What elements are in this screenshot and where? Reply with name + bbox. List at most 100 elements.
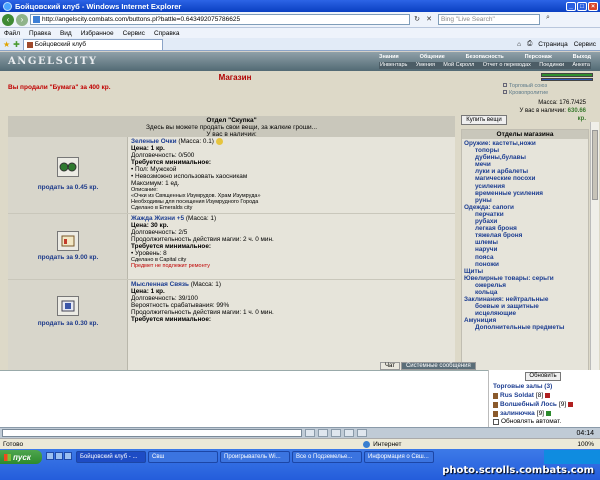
nav-skills[interactable]: Умения: [416, 62, 435, 69]
nav-communication[interactable]: Общение: [420, 54, 445, 61]
smiles-button[interactable]: [318, 429, 328, 437]
category-item[interactable]: ожерелья: [464, 282, 586, 289]
home-icon[interactable]: ⌂: [517, 41, 521, 48]
print-icon[interactable]: ⎙: [527, 40, 532, 48]
nav-character[interactable]: Персонаж: [525, 54, 552, 61]
category-item[interactable]: Амуниция: [464, 317, 586, 324]
add-favorites-icon[interactable]: ✚: [13, 40, 20, 49]
close-button[interactable]: ×: [588, 1, 598, 11]
category-item[interactable]: боевые и защитные: [464, 303, 586, 310]
player-name[interactable]: Rus Soldat: [500, 391, 534, 400]
info-icon[interactable]: [568, 402, 574, 407]
player-item[interactable]: Rus Soldat [8]: [493, 391, 573, 400]
chat-input[interactable]: [2, 429, 302, 437]
player-name[interactable]: залинючка: [500, 409, 535, 418]
taskbar-item[interactable]: Бойцовский клуб - ...: [76, 451, 146, 463]
category-item[interactable]: Щиты: [464, 268, 586, 275]
taskbar-item[interactable]: Свш: [148, 451, 218, 463]
site-logo: ANGELSCITY: [8, 56, 98, 67]
browser-tab[interactable]: Бойцовский клуб: [22, 38, 163, 50]
category-item[interactable]: поножи: [464, 261, 586, 268]
forward-button[interactable]: ›: [16, 13, 28, 26]
sell-link[interactable]: продать за 0.45 кр.: [8, 184, 128, 191]
nav-inventory[interactable]: Инвентарь: [380, 62, 407, 69]
back-button[interactable]: ‹: [2, 13, 14, 26]
maximize-button[interactable]: □: [577, 1, 587, 11]
effect-bloodshed[interactable]: Кровопролитие: [509, 90, 548, 96]
category-item[interactable]: шлемы: [464, 239, 586, 246]
category-item[interactable]: временные усиления: [464, 190, 586, 197]
stop-icon[interactable]: ✕: [424, 15, 434, 25]
taskbar-item[interactable]: Проигрыватель Wi...: [220, 451, 290, 463]
sell-link[interactable]: продать за 9.00 кр.: [8, 254, 128, 261]
chat-area[interactable]: [0, 370, 488, 427]
nav-transfers[interactable]: Отчет о переводах: [483, 62, 531, 69]
menu-help[interactable]: Справка: [154, 30, 180, 37]
refresh-icon[interactable]: ↻: [412, 15, 422, 25]
quick-launch-icon[interactable]: [46, 452, 54, 460]
category-item[interactable]: Ювелирные товары: серьги: [464, 275, 586, 282]
item-name[interactable]: Зеленые Очки: [131, 138, 177, 145]
favorites-star-icon[interactable]: ★: [3, 40, 10, 49]
category-item[interactable]: тяжелая броня: [464, 232, 586, 239]
menu-edit[interactable]: Правка: [29, 30, 51, 37]
taskbar-item[interactable]: Все о Подземелье...: [292, 451, 362, 463]
category-item[interactable]: магические посохи: [464, 175, 586, 182]
category-item[interactable]: усиления: [464, 183, 586, 190]
tab-system-messages[interactable]: Системные сообщения: [400, 362, 476, 370]
tab-chat[interactable]: Чат: [380, 362, 400, 370]
category-item[interactable]: дубины,булавы: [464, 154, 586, 161]
minimize-button[interactable]: _: [566, 1, 576, 11]
send-button[interactable]: [305, 429, 315, 437]
menu-tools[interactable]: Сервис: [123, 30, 145, 37]
effect-trade-union[interactable]: Торговый союз: [509, 83, 547, 89]
item-name[interactable]: Жажда Жизни +5: [131, 215, 184, 222]
info-icon[interactable]: [215, 138, 223, 145]
player-name[interactable]: Волшебный Лось: [500, 400, 557, 409]
clear-button[interactable]: [331, 429, 341, 437]
address-bar[interactable]: http://angelscity.combats.com/buttons.pl…: [30, 14, 410, 25]
category-item[interactable]: перчатки: [464, 211, 586, 218]
settings-button[interactable]: [357, 429, 367, 437]
category-item[interactable]: Одежда: сапоги: [464, 204, 586, 211]
player-item[interactable]: Волшебный Лось [9]: [493, 400, 574, 409]
buy-items-button[interactable]: Купить вещи: [461, 115, 507, 125]
category-item[interactable]: Оружие: кастеты,ножи: [464, 140, 586, 147]
player-item[interactable]: залинючка [9]: [493, 409, 573, 418]
info-icon[interactable]: [545, 393, 551, 398]
quick-launch-icon[interactable]: [64, 452, 72, 460]
page-menu[interactable]: Страница: [538, 41, 567, 48]
start-button[interactable]: пуск: [0, 450, 42, 464]
info-icon[interactable]: [546, 411, 551, 416]
tools-menu[interactable]: Сервис: [574, 41, 596, 48]
nav-battles[interactable]: Поединки: [539, 62, 564, 69]
category-item[interactable]: кольца: [464, 289, 586, 296]
auto-refresh-checkbox[interactable]: [493, 418, 499, 425]
category-item[interactable]: наручи: [464, 246, 586, 253]
category-item[interactable]: пояса: [464, 254, 586, 261]
scrollbar-thumb[interactable]: [592, 130, 598, 200]
quick-launch-icon[interactable]: [55, 452, 63, 460]
menu-file[interactable]: Файл: [4, 30, 20, 37]
search-input[interactable]: Bing "Live Search": [438, 14, 540, 25]
search-icon[interactable]: ⌕: [542, 14, 554, 25]
page-scrollbar[interactable]: [590, 122, 599, 376]
nav-scroll[interactable]: Мой Скролл: [443, 62, 474, 69]
category-item[interactable]: руны: [464, 197, 586, 204]
taskbar-item[interactable]: Информация о Свш...: [364, 451, 434, 463]
player-level: [8]: [535, 392, 544, 399]
filter-button[interactable]: [344, 429, 354, 437]
nav-exit[interactable]: Выход: [573, 54, 591, 61]
refresh-button[interactable]: Обновить: [525, 372, 561, 381]
nav-profile[interactable]: Анкета: [572, 62, 590, 69]
nav-security[interactable]: Безопасность: [466, 54, 504, 61]
zoom-level[interactable]: 100%: [577, 441, 600, 448]
menu-view[interactable]: Вид: [60, 30, 72, 37]
sell-link[interactable]: продать за 0.30 кр.: [8, 320, 128, 327]
item-name[interactable]: Мысленная Связь: [131, 281, 189, 288]
category-item[interactable]: луки и арбалеты: [464, 168, 586, 175]
category-item[interactable]: Дополнительные предметы: [464, 324, 586, 331]
menu-favorites[interactable]: Избранное: [81, 30, 114, 37]
nav-knowledge[interactable]: Знания: [379, 54, 399, 61]
category-item[interactable]: исцеляющие: [464, 310, 586, 317]
